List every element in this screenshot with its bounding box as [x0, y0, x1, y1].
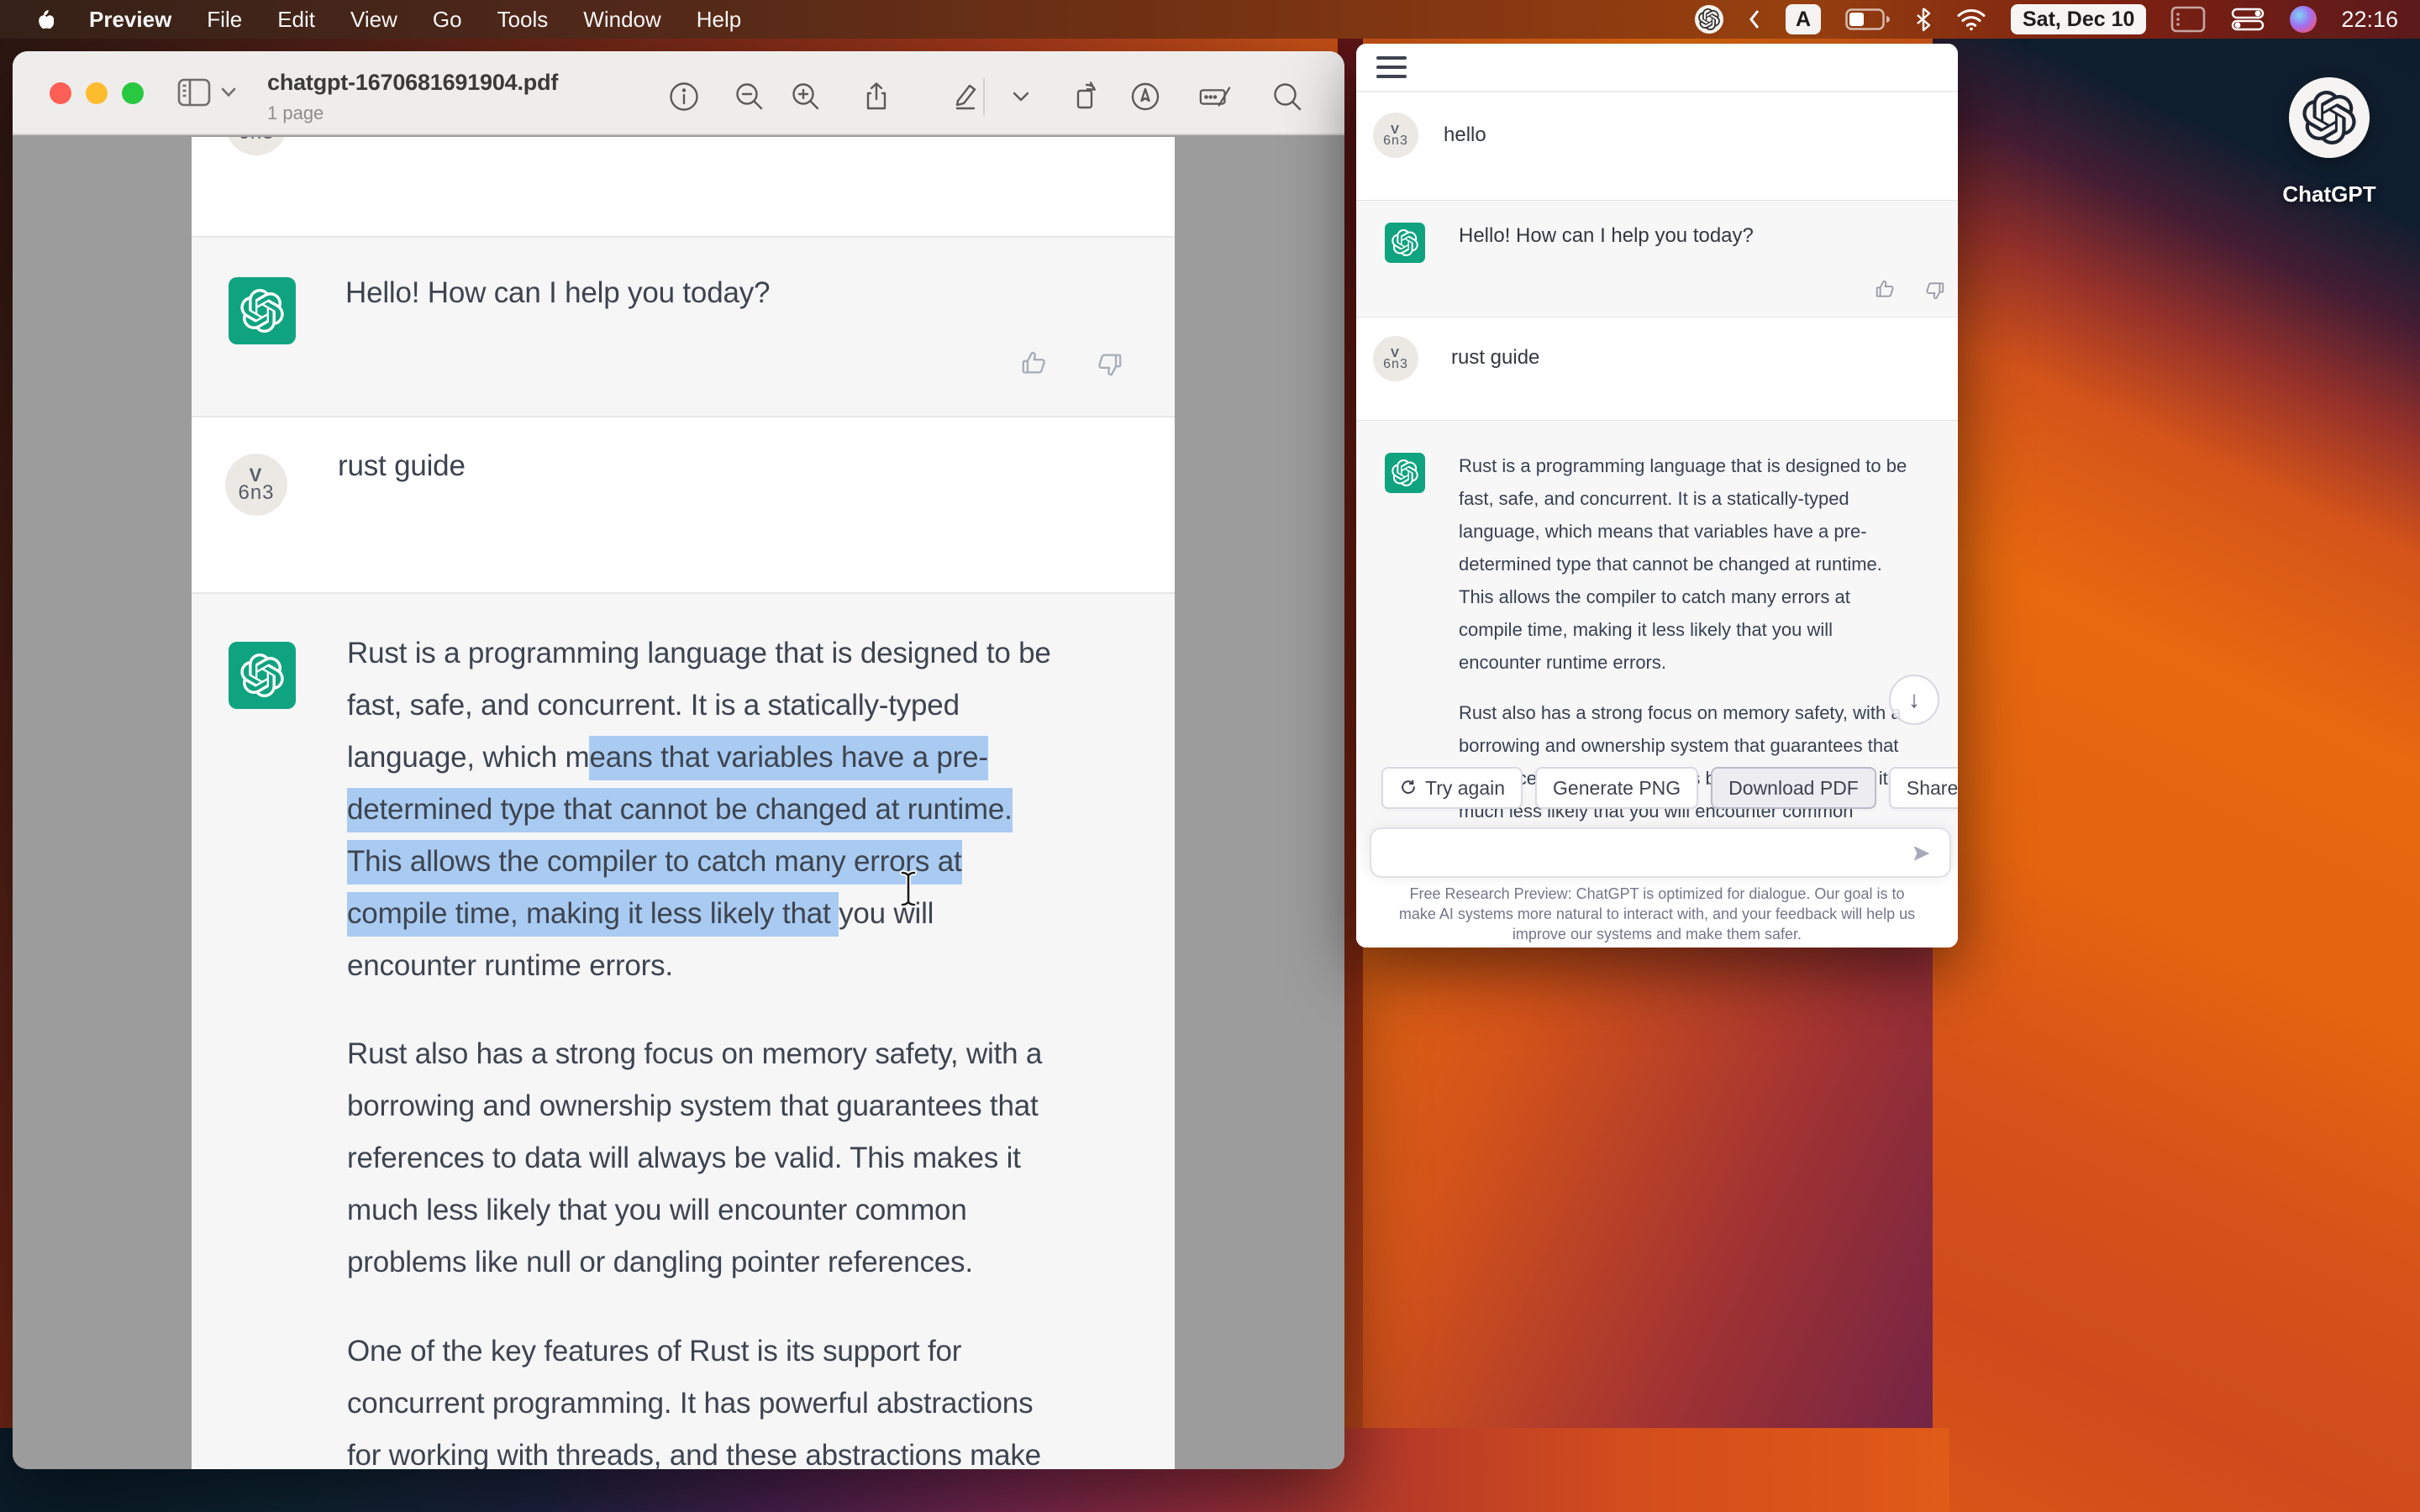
menu-app-name[interactable]: Preview	[89, 7, 171, 33]
thumbs-down-icon[interactable]	[1924, 280, 1946, 302]
chat-row-assistant-1: Hello! How can I help you today?	[1356, 200, 1958, 318]
chevron-down-icon	[221, 87, 236, 97]
zoom-window-button[interactable]	[122, 82, 144, 104]
chatgpt-header	[1356, 44, 1958, 92]
chatgpt-avatar	[229, 642, 296, 709]
refresh-icon	[1399, 779, 1418, 797]
share-icon[interactable]	[860, 80, 893, 113]
chatgpt-menubar-icon[interactable]	[1695, 5, 1723, 34]
wallpaper-right-gradient	[1933, 0, 2420, 1512]
annotate-compass-icon[interactable]	[1128, 80, 1162, 113]
menu-file[interactable]: File	[207, 7, 242, 33]
preview-titlebar: chatgpt-1670681691904.pdf 1 page	[13, 51, 1344, 135]
preview-content-area: V 6n3 Hello! How can I help you today? V…	[13, 137, 1344, 1469]
user-avatar: V 6n3	[1373, 113, 1418, 158]
chatgpt-window: V 6n3 hello Hello! How can I help you to…	[1356, 44, 1958, 948]
chevron-down-icon[interactable]	[1004, 80, 1038, 113]
share-link-button[interactable]: Share Link	[1889, 767, 1958, 809]
menu-view[interactable]: View	[350, 7, 397, 33]
wifi-icon[interactable]	[1956, 8, 1986, 31]
pdf-row-user-partial: V 6n3	[192, 137, 1175, 236]
download-pdf-button[interactable]: Download PDF	[1711, 767, 1876, 809]
chevron-left-icon[interactable]	[1748, 8, 1761, 30]
answer-paragraph-1: Rust is a programming language that is d…	[347, 627, 1051, 992]
chatgpt-avatar	[1385, 223, 1425, 263]
user-prompt-text: rust guide	[338, 449, 466, 483]
control-center-icon[interactable]	[2230, 7, 2265, 32]
pdf-row-assistant-greeting: Hello! How can I help you today?	[192, 236, 1175, 417]
answer-paragraph-1: Rust is a programming language that is d…	[1459, 449, 1907, 679]
siri-icon[interactable]	[2290, 6, 2317, 33]
apple-menu-icon[interactable]	[32, 7, 54, 32]
chatgpt-desktop-icon[interactable]: ChatGPT	[2272, 77, 2386, 207]
menu-bar: Preview File Edit View Go Tools Window H…	[0, 0, 2420, 39]
search-icon[interactable]	[1270, 80, 1304, 113]
menu-tools[interactable]: Tools	[497, 7, 549, 33]
preview-window: chatgpt-1670681691904.pdf 1 page	[13, 51, 1344, 1469]
chat-row-user-2: V 6n3 rust guide	[1356, 318, 1958, 420]
markup-pen-icon[interactable]	[949, 80, 982, 113]
rotate-icon[interactable]	[1070, 80, 1103, 113]
pdf-page: V 6n3 Hello! How can I help you today? V…	[192, 137, 1175, 1469]
chatgpt-avatar	[229, 277, 296, 344]
assistant-greeting-text: Hello! How can I help you today?	[1459, 224, 1754, 248]
menu-hamburger-icon[interactable]	[1376, 56, 1407, 78]
text-cursor	[897, 869, 919, 912]
info-icon[interactable]	[667, 80, 701, 113]
chatgpt-avatar	[1385, 453, 1425, 493]
generate-png-button[interactable]: Generate PNG	[1535, 767, 1698, 809]
answer-paragraph-2: Rust also has a strong focus on memory s…	[347, 1028, 1042, 1289]
pdf-row-assistant-answer: Rust is a programming language that is d…	[192, 592, 1175, 1469]
menu-window[interactable]: Window	[583, 7, 660, 33]
user-avatar: V 6n3	[1373, 336, 1418, 381]
thumbs-down-icon[interactable]	[1096, 350, 1124, 379]
menu-help[interactable]: Help	[697, 7, 741, 33]
chatgpt-icon	[2289, 77, 2370, 158]
user-avatar: V 6n3	[225, 137, 287, 155]
user-message-text: hello	[1444, 123, 1486, 147]
user-avatar: V 6n3	[225, 454, 287, 516]
message-input-container	[1370, 827, 1951, 878]
form-fill-icon[interactable]	[1198, 80, 1232, 113]
thumbs-up-icon[interactable]	[1874, 278, 1896, 300]
zoom-out-icon[interactable]	[733, 80, 766, 113]
menubar-date[interactable]: Sat, Dec 10	[2011, 4, 2146, 34]
menu-edit[interactable]: Edit	[277, 7, 315, 33]
menu-go[interactable]: Go	[433, 7, 462, 33]
toolbar-divider	[983, 78, 985, 115]
send-icon[interactable]	[1909, 841, 1934, 866]
scroll-to-bottom-button[interactable]: ↓	[1889, 675, 1939, 725]
input-source-icon[interactable]: A	[1786, 4, 1821, 34]
screen-mirroring-icon[interactable]	[2170, 6, 2206, 33]
menubar-clock[interactable]: 22:16	[2341, 7, 2398, 33]
thumbs-up-icon[interactable]	[1019, 349, 1048, 377]
arrow-down-icon: ↓	[1908, 686, 1920, 713]
assistant-greeting-text: Hello! How can I help you today?	[345, 276, 770, 310]
pdf-row-user-prompt: V 6n3 rust guide	[192, 417, 1175, 592]
window-title: chatgpt-1670681691904.pdf	[267, 70, 558, 96]
close-button[interactable]	[50, 82, 71, 104]
research-preview-footer: Free Research Preview: ChatGPT is optimi…	[1356, 884, 1958, 944]
chat-row-user-1: V 6n3 hello	[1356, 92, 1958, 200]
sidebar-toggle-button[interactable]	[177, 78, 236, 107]
try-again-button[interactable]: Try again	[1381, 767, 1523, 809]
zoom-in-icon[interactable]	[789, 80, 823, 113]
answer-paragraph-3: One of the key features of Rust is its s…	[347, 1326, 1041, 1469]
battery-icon[interactable]	[1845, 8, 1891, 30]
user-message-text: rust guide	[1451, 346, 1539, 370]
action-buttons-row: Try again Generate PNG Download PDF Shar…	[1381, 767, 1946, 809]
message-input[interactable]	[1386, 837, 1907, 869]
page-count-label: 1 page	[267, 102, 558, 124]
desktop-icon-label: ChatGPT	[2272, 181, 2386, 207]
bluetooth-icon[interactable]	[1915, 7, 1932, 32]
minimize-button[interactable]	[86, 82, 108, 104]
